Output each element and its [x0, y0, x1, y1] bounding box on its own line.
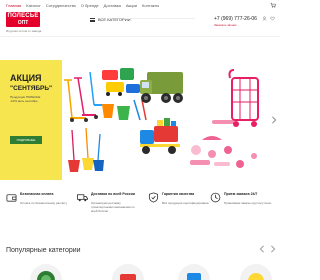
truck-icon — [77, 194, 88, 202]
kitchen-set-toy — [190, 120, 257, 168]
user-icon[interactable] — [262, 16, 267, 21]
nav-item-home[interactable]: Главная — [6, 3, 21, 8]
category-image — [120, 274, 136, 280]
scooter-group — [64, 71, 106, 122]
promo-panel: АКЦИЯ "СЕНТЯБРЬ" Продукция ПОЛЕСЬЕ -10% … — [0, 60, 62, 180]
top-nav: Главная Каталог Сотрудничество О бренде … — [0, 0, 280, 10]
toys-illustration — [64, 68, 259, 172]
callback-link[interactable]: Заказать звонок — [214, 23, 236, 27]
category-image — [248, 273, 264, 280]
header: ПОЛЕСЬЕ ОПТ Игрушки оптом от завода ВСЕ … — [0, 10, 280, 36]
nav-item-delivery[interactable]: Доставка — [104, 3, 121, 8]
feature-title: Безопасная оплата — [20, 192, 54, 196]
trolley-toy — [228, 69, 259, 127]
feature-title: Гарантия качества — [162, 192, 195, 196]
page: Главная Каталог Сотрудничество О бренде … — [0, 0, 280, 280]
logo[interactable]: ПОЛЕСЬЕ ОПТ — [6, 12, 40, 27]
toy-cars-group — [102, 68, 140, 96]
nav-item-contacts[interactable]: Контакты — [142, 3, 159, 8]
features-row: Безопасная оплата Оплата по безналичному… — [0, 190, 280, 222]
feature-description: Организуем доставку транспортными компан… — [91, 201, 135, 213]
shield-icon — [148, 192, 159, 203]
truck-toy — [140, 72, 183, 103]
search-field[interactable] — [125, 18, 195, 19]
category-card[interactable] — [240, 264, 272, 280]
promo-title: АКЦИЯ — [10, 73, 42, 83]
logo-text-main: ПОЛЕСЬЕ — [7, 13, 39, 19]
category-image — [37, 271, 55, 280]
feature-description: Оплата по безналичному расчёту — [20, 201, 67, 205]
promo-discount: -10% весь сентябрь — [10, 99, 38, 103]
clock-icon — [210, 192, 221, 203]
logo-tagline: Игрушки оптом от завода — [6, 29, 42, 33]
category-card[interactable] — [30, 264, 62, 280]
header-divider — [0, 36, 280, 37]
chevron-left-icon[interactable] — [258, 245, 266, 253]
dump-truck-toy — [140, 118, 180, 154]
phone-number[interactable]: +7 (969) 777-26-06 — [214, 16, 257, 22]
cart-icon[interactable] — [270, 2, 276, 8]
feature-description: Принимаем заказы круглосуточно — [224, 201, 272, 205]
feature-title: Прием заказов 24/7 — [224, 192, 258, 196]
logo-text-sub: ОПТ — [17, 20, 29, 26]
feature-description: Вся продукция сертифицирована — [162, 201, 209, 205]
promo-details-button[interactable]: ПОДРОБНЕЕ — [10, 136, 42, 144]
feature-title: Доставка по всей России — [91, 192, 135, 196]
shovels-group — [68, 127, 104, 172]
nav-item-cooperation[interactable]: Сотрудничество — [46, 3, 76, 8]
nav-item-sales[interactable]: Акции — [126, 3, 137, 8]
chevron-right-icon[interactable] — [270, 116, 278, 124]
category-card[interactable] — [178, 264, 210, 280]
category-card[interactable] — [112, 264, 144, 280]
wallet-icon — [6, 194, 17, 202]
nav-item-catalog[interactable]: Каталог — [26, 3, 41, 8]
promo-subtitle: "СЕНТЯБРЬ" — [10, 85, 53, 92]
nav-item-about[interactable]: О бренде — [81, 3, 99, 8]
heart-icon[interactable] — [270, 16, 275, 21]
chevron-right-icon[interactable] — [269, 245, 277, 253]
sand-toys-group — [102, 99, 147, 121]
section-title: Популярные категории — [6, 247, 81, 254]
category-image — [187, 273, 201, 280]
menu-icon — [90, 17, 95, 22]
